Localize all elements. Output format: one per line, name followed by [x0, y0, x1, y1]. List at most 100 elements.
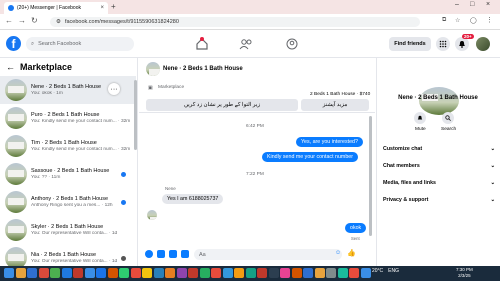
details-listing-thumbnail[interactable]	[419, 87, 459, 115]
taskbar-app-icon[interactable]	[188, 268, 198, 278]
image-icon[interactable]	[169, 250, 177, 258]
plus-icon[interactable]	[145, 250, 153, 258]
taskbar-app-icon[interactable]	[27, 268, 37, 278]
window-close-icon[interactable]: ×	[486, 1, 490, 8]
bookmark-star-icon[interactable]: ☆	[455, 17, 460, 24]
details-section[interactable]: Privacy & support ⌄	[383, 197, 495, 203]
lang-indicator[interactable]: ENG	[388, 268, 399, 274]
taskbar-app-icon[interactable]	[337, 268, 348, 278]
taskbar-app-icon[interactable]	[96, 268, 106, 278]
search-chat-icon[interactable]	[442, 112, 454, 124]
taskbar-app-icon[interactable]	[119, 268, 129, 278]
taskbar-app-icon[interactable]	[50, 268, 60, 278]
taskbar-app-icon[interactable]	[360, 268, 371, 278]
profile-icon[interactable]: ◯	[470, 17, 477, 24]
sent-message[interactable]: okok	[345, 223, 367, 233]
sender-avatar[interactable]	[147, 210, 157, 220]
menu-dots-icon[interactable]: ⋮	[486, 16, 493, 24]
taskbar-app-icon[interactable]	[130, 268, 141, 278]
emoji-icon[interactable]: ☺	[335, 250, 341, 256]
sent-message[interactable]: Kindly send me your contact number	[262, 152, 358, 162]
find-friends-button[interactable]: Find friends	[389, 37, 431, 51]
new-tab-button[interactable]: +	[111, 2, 116, 11]
details-section[interactable]: Media, files and links ⌄	[383, 180, 495, 186]
back-arrow-icon[interactable]: ←	[6, 62, 15, 72]
conversation-item[interactable]: Puro · 2 Beds 1 Bath House You: Kindly se…	[0, 104, 136, 132]
details-section[interactable]: Customize chat ⌄	[383, 146, 495, 152]
listing-info[interactable]: 2 Beds 1 Bath House · $740	[310, 92, 370, 97]
search-input[interactable]: ⌕ Search Facebook	[26, 37, 134, 51]
conversation-item[interactable]: Skyler · 2 Beds 1 Bath House You: Our rep…	[0, 216, 136, 244]
sent-status: Sent	[351, 236, 360, 241]
taskbar-app-icon[interactable]	[38, 268, 49, 278]
chat-scrollbar[interactable]	[369, 116, 372, 236]
mute-label: Mute	[415, 127, 426, 132]
conversation-item[interactable]: Sassoue · 2 Beds 1 Bath House You: ?? · 1…	[0, 160, 136, 188]
close-tab-icon[interactable]: ×	[100, 5, 104, 11]
clock-date: 2/3/25	[458, 273, 471, 278]
inbox-scrollbar[interactable]	[134, 80, 137, 150]
unread-dot	[121, 171, 126, 177]
conversation-item[interactable]: Anthony · 2 Beds 1 Bath House Anthony Rin…	[0, 188, 136, 216]
back-icon[interactable]: ←	[5, 16, 13, 25]
taskbar-app-icon[interactable]	[73, 268, 83, 278]
taskbar-app-icon[interactable]	[349, 268, 359, 278]
clock[interactable]: 7:30 PM 2/3/25	[456, 267, 473, 279]
taskbar-app-icon[interactable]	[291, 268, 302, 278]
conversation-item[interactable]: Tim · 2 Beds 1 Bath House You: Kindly sen…	[0, 132, 136, 160]
details-section[interactable]: Chat members ⌄	[383, 163, 495, 169]
taskbar-app-icon[interactable]	[199, 268, 210, 278]
taskbar-app-icon[interactable]	[142, 268, 152, 278]
taskbar-app-icon[interactable]	[245, 268, 256, 278]
taskbar-app-icon[interactable]	[61, 268, 72, 278]
friends-icon[interactable]	[239, 38, 253, 50]
maximize-icon[interactable]: □	[470, 1, 474, 8]
groups-icon[interactable]	[285, 38, 299, 50]
weather-temp[interactable]: 20°C	[372, 268, 383, 274]
more-options-button[interactable]: مزید آپشنز	[301, 99, 369, 111]
taskbar-app-icon[interactable]	[222, 268, 233, 278]
mark-pending-button[interactable]: زیر التوا کے طور پر نشان زد کریں	[146, 99, 298, 111]
conversation-options-button[interactable]: ···	[108, 83, 120, 95]
taskbar-app-icon[interactable]	[15, 268, 26, 278]
url-field[interactable]: ⚙ facebook.com/messages/t/91155906318242…	[50, 17, 420, 27]
site-info-icon[interactable]: ⚙	[56, 19, 61, 25]
camera-icon[interactable]	[157, 250, 165, 258]
taskbar-app-icon[interactable]	[326, 268, 336, 278]
menu-grid-icon[interactable]	[436, 37, 450, 51]
taskbar-app-icon[interactable]	[107, 268, 118, 278]
mute-bell-icon[interactable]	[414, 112, 426, 124]
avatar[interactable]	[476, 37, 490, 51]
conversation-name: Anthony · 2 Beds 1 Bath House	[31, 196, 109, 202]
chat-title[interactable]: Nene · 2 Beds 1 Bath House	[163, 66, 243, 72]
browser-tab[interactable]: (20+) Messenger | Facebook ×	[4, 2, 108, 14]
start-windows-icon[interactable]	[4, 268, 14, 278]
taskbar-app-icon[interactable]	[234, 268, 244, 278]
reload-icon[interactable]: ↻	[31, 16, 38, 25]
taskbar-app-icon[interactable]	[303, 268, 313, 278]
details-title: Nene · 2 Beds 1 Bath House	[398, 95, 478, 101]
taskbar-app-icon[interactable]	[268, 268, 279, 278]
taskbar-app-icon[interactable]	[257, 268, 267, 278]
gif-icon[interactable]	[181, 250, 189, 258]
message-input[interactable]: Aa	[194, 249, 342, 260]
taskbar-app-icon[interactable]	[153, 268, 164, 278]
home-notification-dot	[200, 37, 204, 41]
taskbar-app-icon[interactable]	[211, 268, 221, 278]
received-message[interactable]: Yes I am 6188025737	[162, 194, 224, 204]
chat-listing-thumbnail[interactable]	[146, 62, 160, 76]
minimize-icon[interactable]: –	[455, 1, 459, 8]
sent-message[interactable]: Yes, are you interested?	[296, 137, 363, 147]
taskbar-app-icon[interactable]	[84, 268, 95, 278]
taskbar-app-icon[interactable]	[176, 268, 187, 278]
taskbar-app-icon[interactable]	[165, 268, 175, 278]
listing-thumbnail	[5, 79, 27, 101]
taskbar-app-icon[interactable]	[314, 268, 325, 278]
taskbar-app-icon[interactable]	[280, 268, 290, 278]
install-app-icon[interactable]: ⧉	[442, 17, 446, 24]
notifications-bell-icon[interactable]	[455, 37, 469, 51]
forward-icon[interactable]: →	[18, 16, 26, 25]
search-label: Search	[441, 127, 457, 132]
like-thumb-icon[interactable]: 👍	[347, 249, 356, 257]
facebook-logo-icon[interactable]: f	[6, 36, 21, 51]
